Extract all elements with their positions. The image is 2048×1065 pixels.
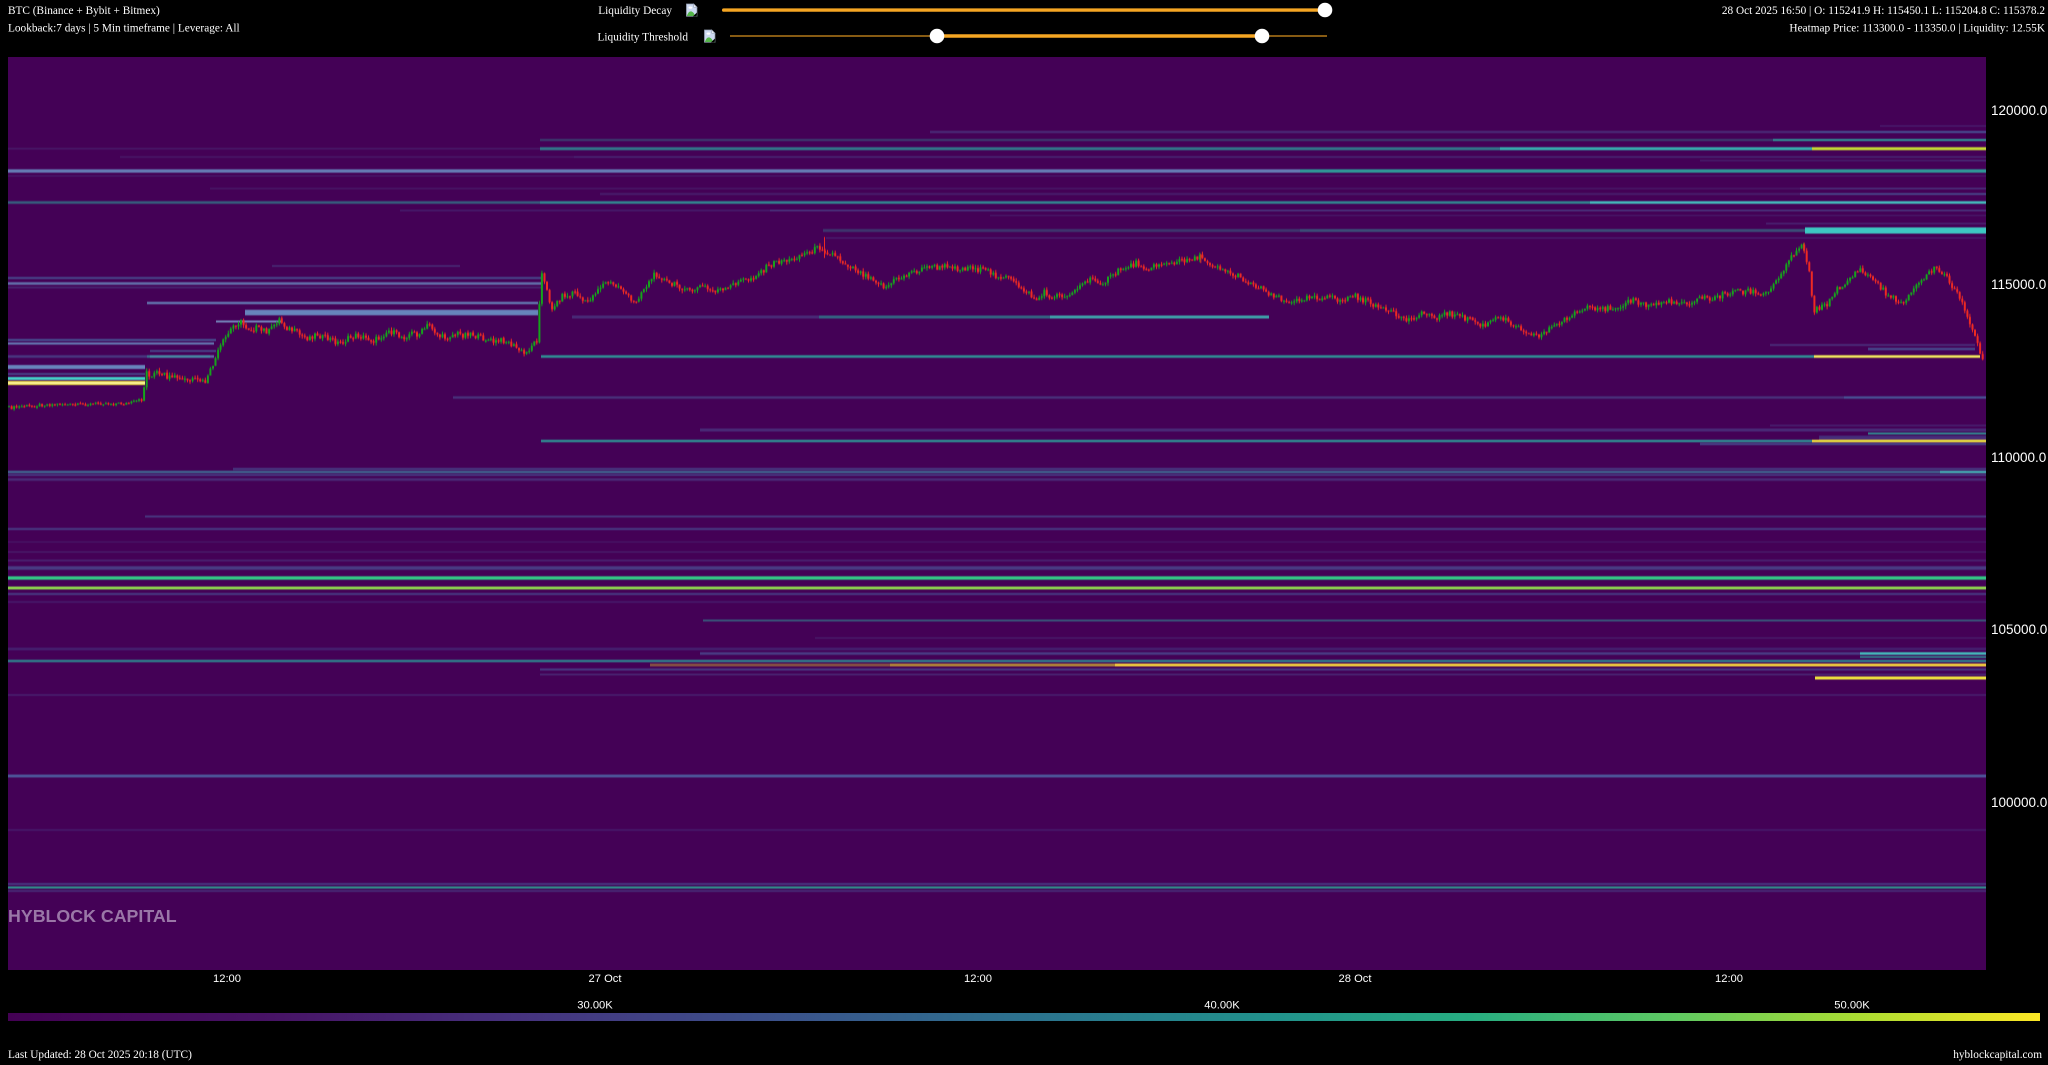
svg-text:Heatmap Price: 113300.0 - 1133: Heatmap Price: 113300.0 - 113350.0 | Liq… xyxy=(1789,23,2045,35)
svg-text:hyblockcapital.com: hyblockcapital.com xyxy=(1953,1049,2042,1061)
svg-text:40.00K: 40.00K xyxy=(1204,1000,1240,1012)
svg-text:BTC (Binance + Bybit + Bitmex): BTC (Binance + Bybit + Bitmex) xyxy=(8,5,160,17)
svg-text:105000.0: 105000.0 xyxy=(1991,622,2047,637)
svg-text:Last Updated: 28 Oct 2025 20:1: Last Updated: 28 Oct 2025 20:18 (UTC) xyxy=(8,1049,192,1061)
svg-text:12:00: 12:00 xyxy=(213,973,241,985)
svg-text:HYBLOCK CAPITAL: HYBLOCK CAPITAL xyxy=(8,906,177,926)
svg-text:12:00: 12:00 xyxy=(1715,973,1743,985)
svg-text:Lookback:7 days | 5 Min timefr: Lookback:7 days | 5 Min timeframe | Leve… xyxy=(8,23,240,35)
svg-text:120000.0: 120000.0 xyxy=(1991,103,2047,118)
svg-text:27 Oct: 27 Oct xyxy=(589,973,623,985)
svg-text:50.00K: 50.00K xyxy=(1834,1000,1870,1012)
svg-text:Liquidity Decay: Liquidity Decay xyxy=(598,5,672,17)
svg-text:12:00: 12:00 xyxy=(964,973,992,985)
svg-text:110000.0: 110000.0 xyxy=(1991,450,2046,465)
svg-text:28 Oct: 28 Oct xyxy=(1339,973,1373,985)
svg-text:100000.0: 100000.0 xyxy=(1991,795,2047,810)
svg-text:Liquidity Threshold: Liquidity Threshold xyxy=(598,31,689,43)
svg-text:30.00K: 30.00K xyxy=(577,1000,613,1012)
svg-text:115000.0: 115000.0 xyxy=(1991,277,2046,292)
svg-text:28 Oct 2025 16:50 | O: 115241.: 28 Oct 2025 16:50 | O: 115241.9 H: 11545… xyxy=(1722,5,2046,17)
